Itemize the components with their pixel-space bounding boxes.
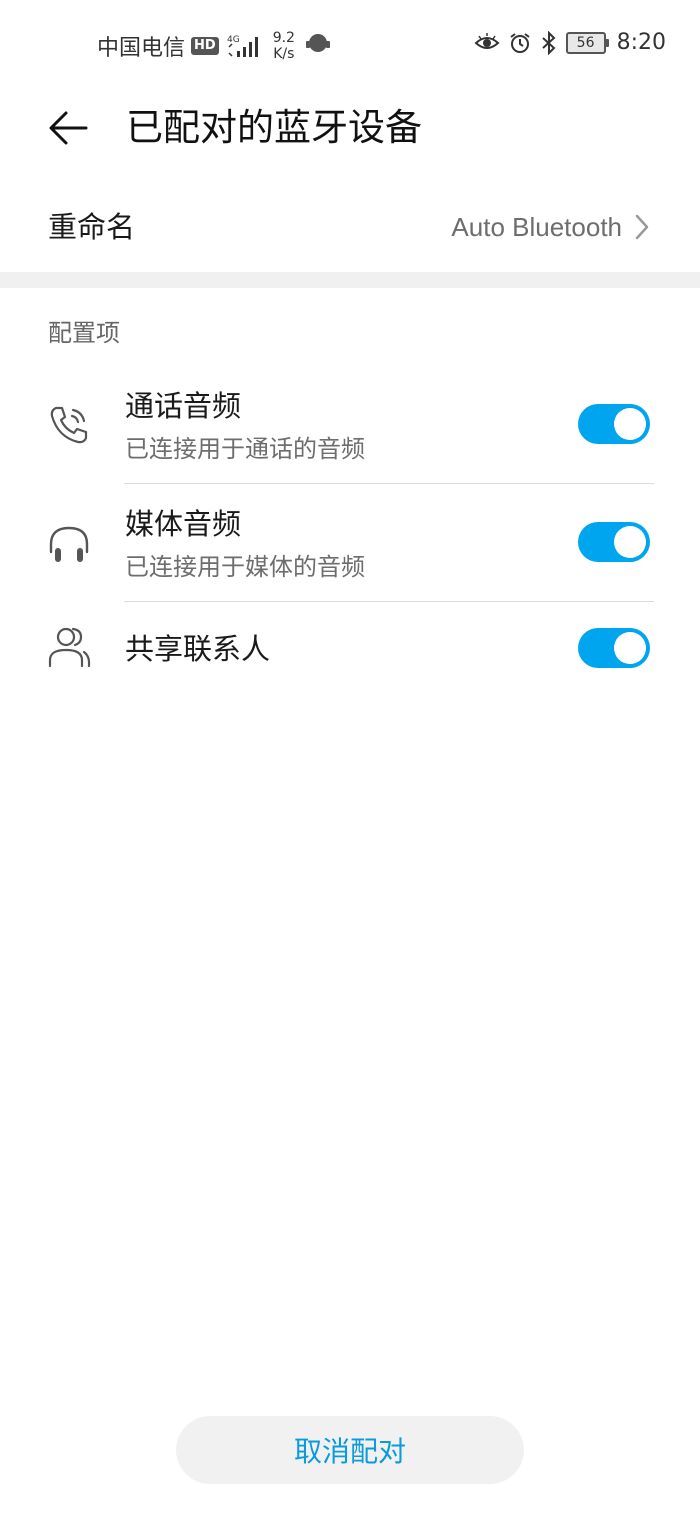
carrier-name: 中国电信 <box>97 36 186 61</box>
status-bar-left: 中国电信 HD 4G 9.2 K/s <box>97 30 331 62</box>
battery-level: 56 <box>565 31 606 54</box>
toggle-knob <box>614 632 646 664</box>
setting-row-call-audio: 通话音频 已连接用于通话的音频 <box>0 380 700 484</box>
vpn-icon <box>305 32 331 60</box>
rename-label: 重命名 <box>48 210 136 244</box>
row-title-call-audio: 通话音频 <box>125 389 242 423</box>
network-type-label: 4G <box>227 35 240 45</box>
phone-call-icon <box>46 402 92 452</box>
alarm-icon <box>509 32 530 53</box>
back-button[interactable] <box>44 104 92 152</box>
network-speed: 9.2 K/s <box>273 30 295 62</box>
section-header: 配置项 <box>48 319 120 347</box>
signal-icon: 4G <box>227 33 263 59</box>
clock: 8:20 <box>616 30 666 55</box>
hd-badge: HD <box>191 37 219 55</box>
contacts-icon <box>46 624 92 674</box>
speed-value: 9.2 <box>272 30 295 46</box>
page-title: 已配对的蓝牙设备 <box>126 106 422 149</box>
row-subtitle-media-audio: 已连接用于媒体的音频 <box>125 553 365 581</box>
unpair-button[interactable]: 取消配对 <box>176 1416 524 1484</box>
toggle-knob <box>614 408 646 440</box>
headphones-icon <box>46 522 92 572</box>
toggle-knob <box>614 526 646 558</box>
back-arrow-icon <box>49 111 88 145</box>
device-name-value: Auto Bluetooth <box>451 212 622 242</box>
battery-icon: 56 <box>565 31 609 54</box>
status-bar-right: 56 8:20 <box>474 30 666 55</box>
bluetooth-icon <box>541 30 556 55</box>
row-title-share-contacts: 共享联系人 <box>125 632 271 666</box>
toggle-media-audio[interactable] <box>578 522 650 562</box>
row-title-media-audio: 媒体音频 <box>125 507 242 541</box>
row-divider <box>124 601 654 602</box>
eye-icon <box>474 32 500 49</box>
row-subtitle-call-audio: 已连接用于通话的音频 <box>125 435 365 463</box>
app-bar: 已配对的蓝牙设备 <box>0 86 700 170</box>
toggle-share-contacts[interactable] <box>578 628 650 668</box>
rename-row[interactable]: 重命名 Auto Bluetooth <box>0 186 700 270</box>
chevron-right-icon <box>635 214 649 240</box>
setting-row-share-contacts: 共享联系人 <box>0 614 700 684</box>
section-divider <box>0 272 700 288</box>
speed-unit: K/s <box>273 46 295 62</box>
status-bar: 中国电信 HD 4G 9.2 K/s 56 8:20 <box>0 0 700 86</box>
row-divider <box>124 483 654 484</box>
toggle-call-audio[interactable] <box>578 404 650 444</box>
setting-row-media-audio: 媒体音频 已连接用于媒体的音频 <box>0 498 700 602</box>
